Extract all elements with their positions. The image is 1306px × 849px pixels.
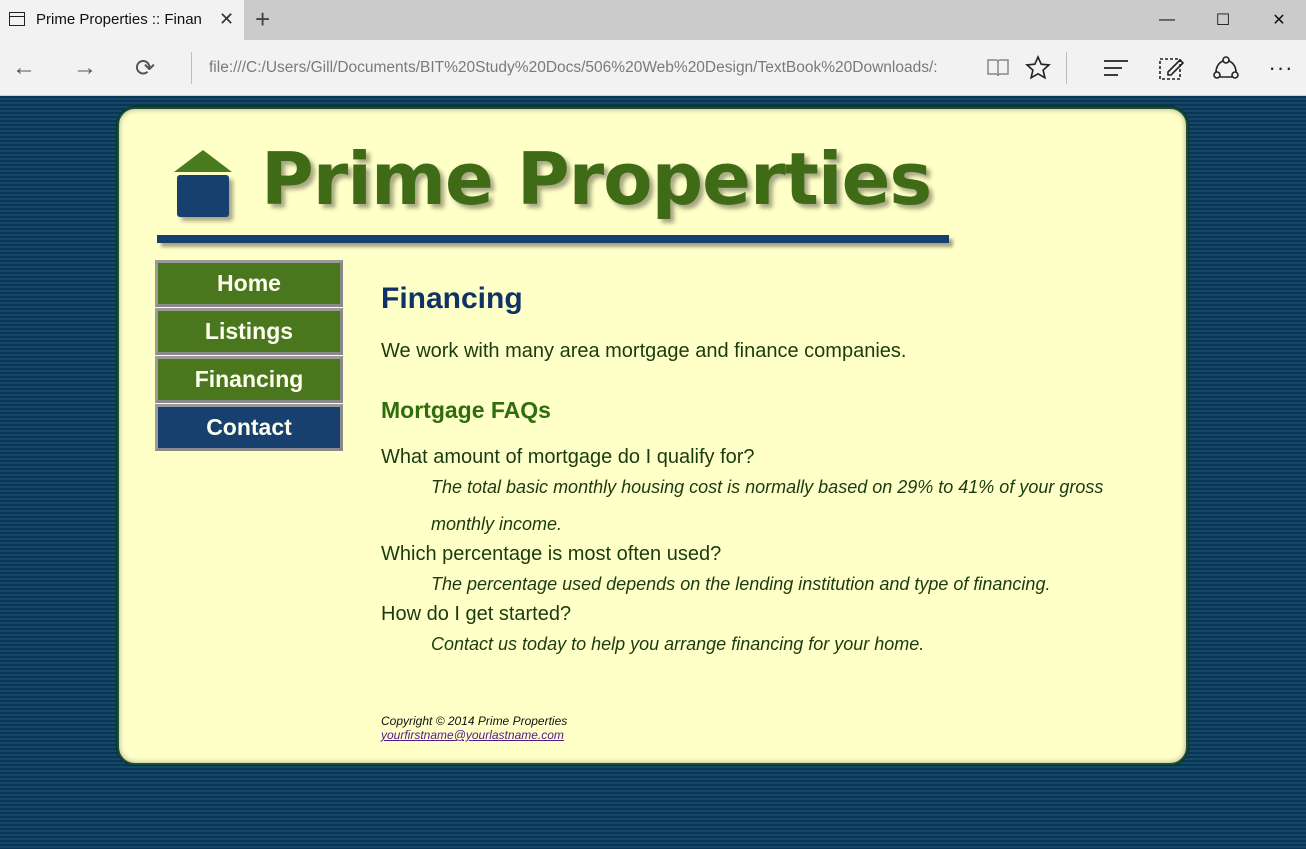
house-icon: [177, 175, 229, 217]
page-viewport: Prime Properties Home Listings Financing…: [0, 96, 1306, 849]
web-note-icon[interactable]: [1155, 52, 1187, 84]
logo-underline: [157, 235, 949, 243]
nav-financing-link[interactable]: Financing: [155, 356, 343, 403]
email-link[interactable]: yourfirstname@yourlastname.com: [381, 728, 564, 742]
page-footer: Copyright © 2014 Prime Properties yourfi…: [381, 714, 567, 742]
reading-view-icon[interactable]: [982, 52, 1014, 84]
house-roof-icon: [174, 150, 232, 172]
new-tab-icon[interactable]: +: [255, 5, 270, 33]
faq-answer: The total basic monthly housing cost is …: [431, 477, 1104, 534]
faq-answer: Contact us today to help you arrange fin…: [431, 634, 925, 654]
favorite-star-icon[interactable]: [1022, 52, 1054, 84]
page-icon: [9, 12, 25, 26]
faq-question: What amount of mortgage do I qualify for…: [381, 446, 755, 468]
main-nav: Home Listings Financing Contact: [155, 260, 343, 452]
copyright-text: Copyright © 2014 Prime Properties: [381, 714, 568, 728]
faq-question: Which percentage is most often used?: [381, 543, 722, 565]
intro-text: We work with many area mortgage and fina…: [381, 340, 907, 362]
divider: [191, 52, 192, 84]
page-container: Prime Properties Home Listings Financing…: [117, 107, 1188, 765]
faq-question: How do I get started?: [381, 603, 572, 625]
address-bar-row: ← → ⟳ file:///C:/Users/Gill/Documents/BI…: [0, 40, 1306, 96]
faq-heading: Mortgage FAQs: [381, 397, 551, 423]
site-logo: Prime Properties: [157, 137, 957, 253]
maximize-icon[interactable]: ☐: [1195, 0, 1251, 40]
refresh-icon[interactable]: ⟳: [127, 50, 163, 86]
close-window-icon[interactable]: ✕: [1251, 0, 1306, 40]
divider: [1066, 52, 1067, 84]
tab-bar: Prime Properties :: Finan ✕ + — ☐ ✕: [0, 0, 1306, 40]
minimize-icon[interactable]: —: [1139, 0, 1195, 40]
nav-listings-link[interactable]: Listings: [155, 308, 343, 355]
address-field[interactable]: file:///C:/Users/Gill/Documents/BIT%20St…: [209, 59, 965, 77]
browser-tab[interactable]: Prime Properties :: Finan ✕: [0, 0, 244, 40]
logo-text: Prime Properties: [261, 137, 932, 221]
share-icon[interactable]: [1210, 52, 1242, 84]
faq-answer: The percentage used depends on the lendi…: [431, 574, 1051, 594]
nav-home-link[interactable]: Home: [155, 260, 343, 307]
back-icon[interactable]: ←: [6, 50, 42, 86]
page-title: Financing: [381, 282, 523, 315]
tab-title: Prime Properties :: Finan: [36, 11, 202, 28]
more-icon[interactable]: ···: [1265, 52, 1297, 84]
close-tab-icon[interactable]: ✕: [219, 9, 234, 29]
main-content: Financing We work with many area mortgag…: [381, 282, 1141, 663]
nav-contact-link[interactable]: Contact: [155, 404, 343, 451]
forward-icon[interactable]: →: [67, 50, 103, 86]
hub-icon[interactable]: [1100, 52, 1132, 84]
faq-list: What amount of mortgage do I qualify for…: [381, 446, 1141, 663]
